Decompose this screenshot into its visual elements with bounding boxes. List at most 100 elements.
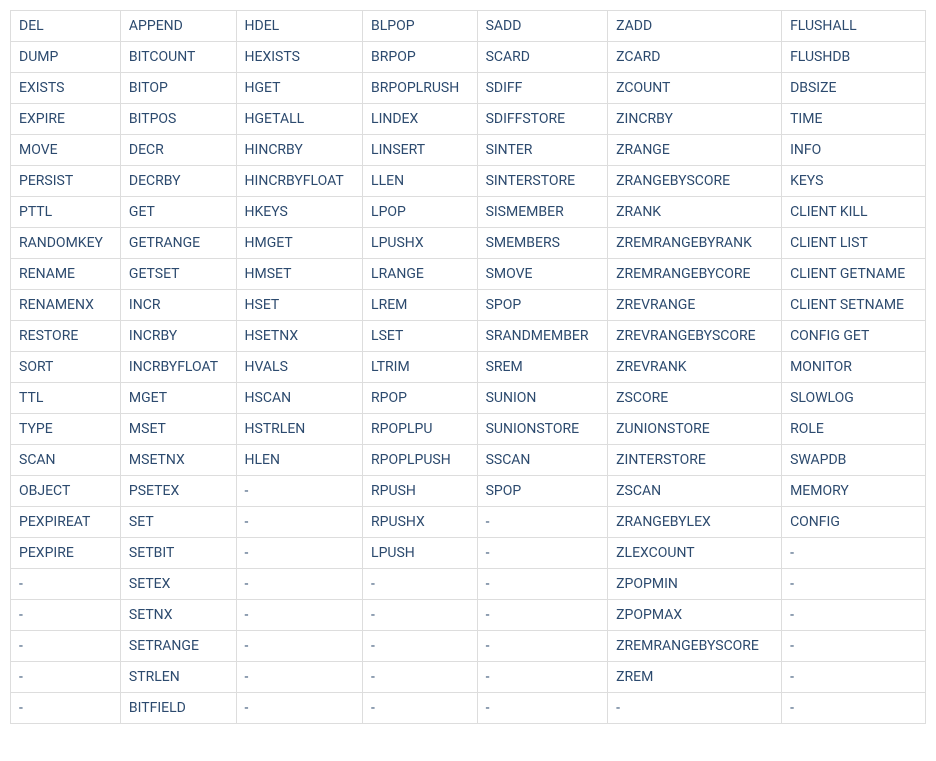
table-cell: INCRBY (120, 321, 236, 352)
table-cell: - (236, 538, 363, 569)
table-row: DUMPBITCOUNTHEXISTSBRPOPSCARDZCARDFLUSHD… (11, 42, 926, 73)
table-cell: RPOPLPU (363, 414, 478, 445)
table-cell: HGETALL (236, 104, 363, 135)
table-cell: LLEN (363, 166, 478, 197)
table-cell: - (477, 600, 608, 631)
commands-table: DELAPPENDHDELBLPOPSADDZADDFLUSHALLDUMPBI… (10, 10, 926, 724)
table-cell: CLIENT GETNAME (782, 259, 926, 290)
table-cell: ZUNIONSTORE (608, 414, 782, 445)
table-cell: DECR (120, 135, 236, 166)
table-cell: LRANGE (363, 259, 478, 290)
table-cell: ZREVRANK (608, 352, 782, 383)
table-cell: BITOP (120, 73, 236, 104)
table-cell: HMGET (236, 228, 363, 259)
table-cell: - (477, 538, 608, 569)
table-cell: - (236, 631, 363, 662)
table-cell: BITFIELD (120, 693, 236, 724)
table-cell: CONFIG GET (782, 321, 926, 352)
table-cell: - (363, 600, 478, 631)
table-row: MOVEDECRHINCRBYLINSERTSINTERZRANGEINFO (11, 135, 926, 166)
table-cell: SINTERSTORE (477, 166, 608, 197)
table-row: RANDOMKEYGETRANGEHMGETLPUSHXSMEMBERSZREM… (11, 228, 926, 259)
table-cell: GETRANGE (120, 228, 236, 259)
table-cell: MSET (120, 414, 236, 445)
table-cell: ZCOUNT (608, 73, 782, 104)
table-cell: SRANDMEMBER (477, 321, 608, 352)
table-cell: - (236, 569, 363, 600)
table-cell: SMEMBERS (477, 228, 608, 259)
table-cell: ZCARD (608, 42, 782, 73)
table-cell: HSETNX (236, 321, 363, 352)
table-cell: - (363, 569, 478, 600)
table-cell: STRLEN (120, 662, 236, 693)
table-row: TTLMGETHSCANRPOPSUNIONZSCORESLOWLOG (11, 383, 926, 414)
table-cell: OBJECT (11, 476, 121, 507)
table-cell: - (236, 693, 363, 724)
table-cell: SISMEMBER (477, 197, 608, 228)
table-cell: HGET (236, 73, 363, 104)
table-cell: - (782, 538, 926, 569)
table-cell: HSTRLEN (236, 414, 363, 445)
table-cell: CLIENT SETNAME (782, 290, 926, 321)
table-cell: ZINCRBY (608, 104, 782, 135)
table-cell: LINDEX (363, 104, 478, 135)
table-row: -SETEX---ZPOPMIN- (11, 569, 926, 600)
table-cell: LINSERT (363, 135, 478, 166)
table-row: PEXPIRESETBIT-LPUSH-ZLEXCOUNT- (11, 538, 926, 569)
table-cell: TIME (782, 104, 926, 135)
table-cell: ZLEXCOUNT (608, 538, 782, 569)
table-cell: ZRANK (608, 197, 782, 228)
table-cell: ZREVRANGE (608, 290, 782, 321)
table-cell: - (477, 507, 608, 538)
table-row: RESTOREINCRBYHSETNXLSETSRANDMEMBERZREVRA… (11, 321, 926, 352)
table-cell: - (782, 600, 926, 631)
table-cell: SREM (477, 352, 608, 383)
table-cell: MONITOR (782, 352, 926, 383)
table-row: DELAPPENDHDELBLPOPSADDZADDFLUSHALL (11, 11, 926, 42)
table-cell: ZINTERSTORE (608, 445, 782, 476)
table-cell: FLUSHALL (782, 11, 926, 42)
table-cell: ZREM (608, 662, 782, 693)
table-cell: SUNION (477, 383, 608, 414)
table-cell: INFO (782, 135, 926, 166)
table-cell: SETRANGE (120, 631, 236, 662)
table-cell: GET (120, 197, 236, 228)
table-cell: SDIFFSTORE (477, 104, 608, 135)
table-cell: - (608, 693, 782, 724)
table-cell: - (11, 600, 121, 631)
table-cell: ZSCAN (608, 476, 782, 507)
table-cell: LSET (363, 321, 478, 352)
table-cell: - (363, 662, 478, 693)
table-cell: PSETEX (120, 476, 236, 507)
table-cell: RPUSHX (363, 507, 478, 538)
table-cell: SETEX (120, 569, 236, 600)
table-cell: SMOVE (477, 259, 608, 290)
table-cell: SADD (477, 11, 608, 42)
table-cell: SCAN (11, 445, 121, 476)
table-cell: RPOPLPUSH (363, 445, 478, 476)
table-cell: INCR (120, 290, 236, 321)
table-cell: LREM (363, 290, 478, 321)
table-cell: CLIENT KILL (782, 197, 926, 228)
table-cell: - (477, 631, 608, 662)
table-cell: MSETNX (120, 445, 236, 476)
table-cell: - (477, 569, 608, 600)
table-cell: SETBIT (120, 538, 236, 569)
table-cell: INCRBYFLOAT (120, 352, 236, 383)
table-cell: MEMORY (782, 476, 926, 507)
table-row: PEXPIREATSET-RPUSHX-ZRANGEBYLEXCONFIG (11, 507, 926, 538)
table-cell: - (477, 662, 608, 693)
table-cell: HMSET (236, 259, 363, 290)
table-cell: ZPOPMIN (608, 569, 782, 600)
table-row: EXISTSBITOPHGETBRPOPLRUSHSDIFFZCOUNTDBSI… (11, 73, 926, 104)
table-cell: LPUSH (363, 538, 478, 569)
table-cell: SWAPDB (782, 445, 926, 476)
table-cell: BITCOUNT (120, 42, 236, 73)
table-cell: ZREMRANGEBYCORE (608, 259, 782, 290)
table-cell: ROLE (782, 414, 926, 445)
table-cell: HDEL (236, 11, 363, 42)
table-cell: - (11, 693, 121, 724)
table-cell: ZRANGE (608, 135, 782, 166)
table-cell: SPOP (477, 476, 608, 507)
table-cell: - (477, 693, 608, 724)
